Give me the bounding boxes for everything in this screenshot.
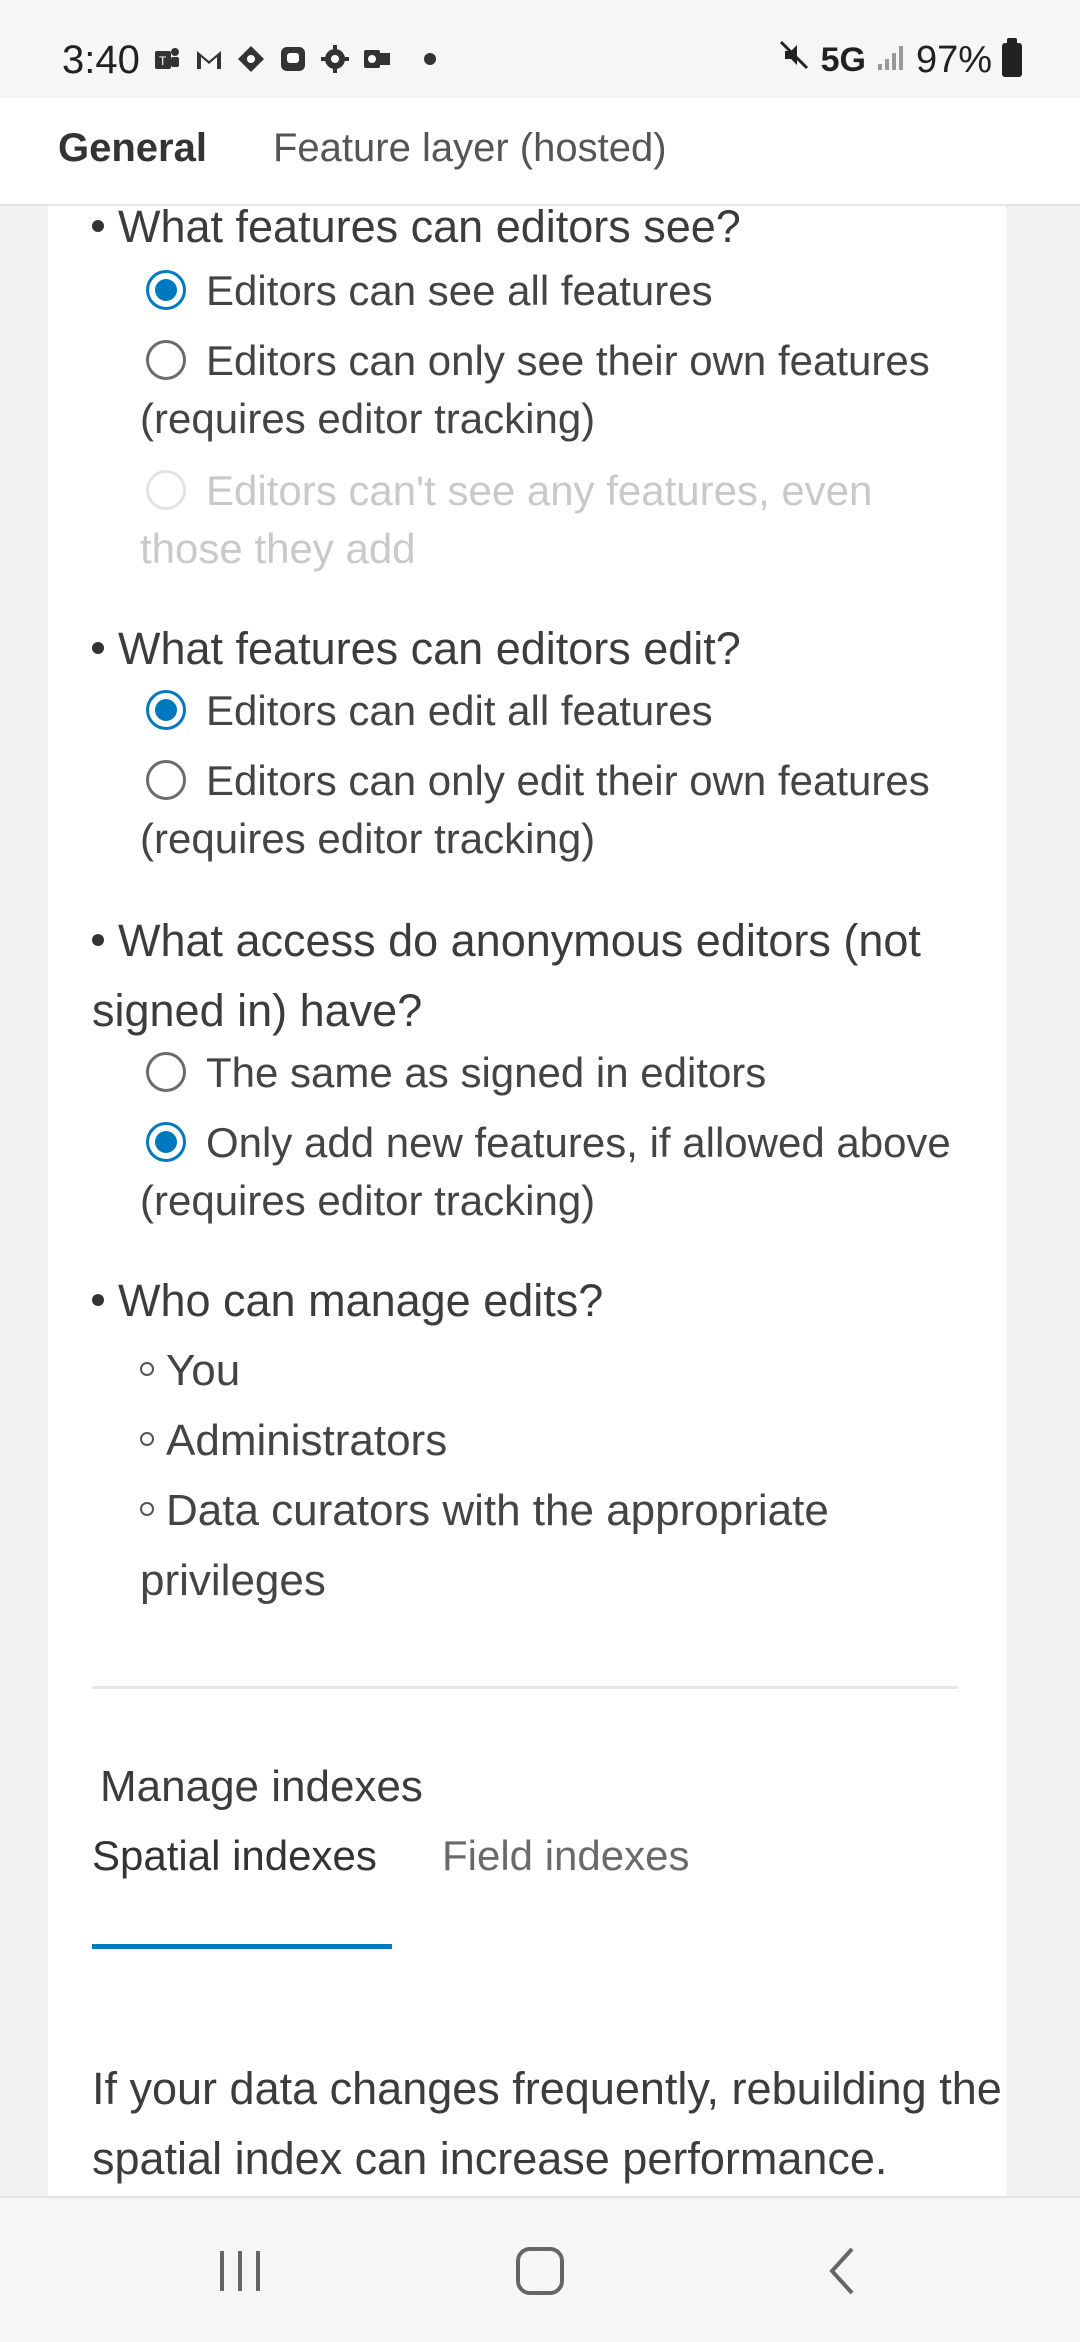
question-see-label: What features can editors see? <box>118 206 741 252</box>
outlook-icon <box>360 42 394 76</box>
manage-indexes-title: Manage indexes <box>100 1762 423 1811</box>
svg-text:T: T <box>159 54 167 68</box>
question-anonymous: What access do anonymous editors (not si… <box>92 906 972 1046</box>
manager-you: You <box>166 1346 241 1395</box>
radio-anon-add-label: Only add new features, if allowed above … <box>140 1119 951 1224</box>
chat-icon <box>276 42 310 76</box>
radio-anon-add[interactable]: Only add new features, if allowed above … <box>140 1114 980 1230</box>
circle-bullet-icon <box>140 1362 154 1377</box>
bullet-icon <box>92 1294 104 1307</box>
question-edit: What features can editors edit? <box>92 614 741 684</box>
radio-anon-same-label: The same as signed in editors <box>206 1049 767 1096</box>
back-icon[interactable] <box>804 2236 884 2306</box>
settings-card: What features can editors see? Editors c… <box>48 206 1006 2214</box>
divider <box>92 1686 958 1689</box>
radio-see-own-label: Editors can only see their own features … <box>140 337 930 442</box>
question-edit-label: What features can editors edit? <box>118 623 741 674</box>
status-time: 3:40 <box>62 38 140 82</box>
circle-bullet-icon <box>140 1432 154 1447</box>
radio-unchecked-icon[interactable] <box>146 339 186 380</box>
status-right: 5G 97% <box>777 38 1022 82</box>
network-type: 5G <box>820 40 866 79</box>
radio-see-own[interactable]: Editors can only see their own features … <box>140 332 980 448</box>
radio-disabled-icon <box>146 469 186 510</box>
radio-edit-own[interactable]: Editors can only edit their own features… <box>140 752 980 868</box>
manager-curators: Data curators with the appropriate privi… <box>140 1486 829 1605</box>
radio-see-none-label: Editors can't see any features, even tho… <box>140 467 873 572</box>
radio-checked-icon[interactable] <box>146 269 186 310</box>
tag-icon <box>234 42 268 76</box>
radio-see-all[interactable]: Editors can see all features <box>140 262 980 320</box>
radio-checked-icon[interactable] <box>146 689 186 730</box>
more-notifications-dot <box>424 53 436 65</box>
gear-icon <box>318 42 352 76</box>
radio-unchecked-icon[interactable] <box>146 1051 186 1092</box>
tab-feature-layer[interactable]: Feature layer (hosted) <box>273 126 667 171</box>
question-see: What features can editors see? <box>92 206 741 262</box>
list-item: You <box>140 1336 980 1406</box>
tab-general[interactable]: General <box>58 126 207 171</box>
system-nav-bar <box>0 2196 1080 2342</box>
manager-admins: Administrators <box>166 1416 448 1465</box>
header-tabs: General Feature layer (hosted) <box>0 98 1080 206</box>
active-tab-indicator <box>92 1944 392 1949</box>
spatial-index-description: If your data changes frequently, rebuild… <box>92 2063 1002 2184</box>
status-bar: 3:40 T 5G 97% <box>0 0 1080 98</box>
battery-level: 97% <box>915 38 992 81</box>
bullet-icon <box>92 220 104 233</box>
recents-icon[interactable] <box>200 2236 280 2306</box>
radio-see-none: Editors can't see any features, even tho… <box>140 462 980 578</box>
question-manage-label: Who can manage edits? <box>118 1275 604 1326</box>
home-icon[interactable] <box>500 2236 580 2306</box>
battery-icon <box>1002 38 1022 77</box>
signal-icon <box>876 39 906 82</box>
radio-edit-own-label: Editors can only edit their own features… <box>140 757 930 862</box>
question-anonymous-label: What access do anonymous editors (not si… <box>92 915 921 1036</box>
tab-spatial-indexes[interactable]: Spatial indexes <box>92 1832 377 1880</box>
bullet-icon <box>92 934 104 947</box>
radio-unchecked-icon[interactable] <box>146 759 186 800</box>
question-manage: Who can manage edits? <box>92 1266 603 1336</box>
mute-icon <box>777 38 811 82</box>
gmail-icon <box>192 42 226 76</box>
teams-icon: T <box>150 42 184 76</box>
notification-icons: T <box>150 42 436 76</box>
radio-edit-all-label: Editors can edit all features <box>206 687 713 734</box>
list-item: Data curators with the appropriate privi… <box>140 1476 980 1616</box>
circle-bullet-icon <box>140 1502 154 1517</box>
radio-anon-same[interactable]: The same as signed in editors <box>140 1044 980 1102</box>
radio-edit-all[interactable]: Editors can edit all features <box>140 682 980 740</box>
radio-see-all-label: Editors can see all features <box>206 267 713 314</box>
radio-checked-icon[interactable] <box>146 1121 186 1162</box>
list-item: Administrators <box>140 1406 980 1476</box>
bullet-icon <box>92 642 104 655</box>
tab-field-indexes[interactable]: Field indexes <box>442 1832 689 1880</box>
